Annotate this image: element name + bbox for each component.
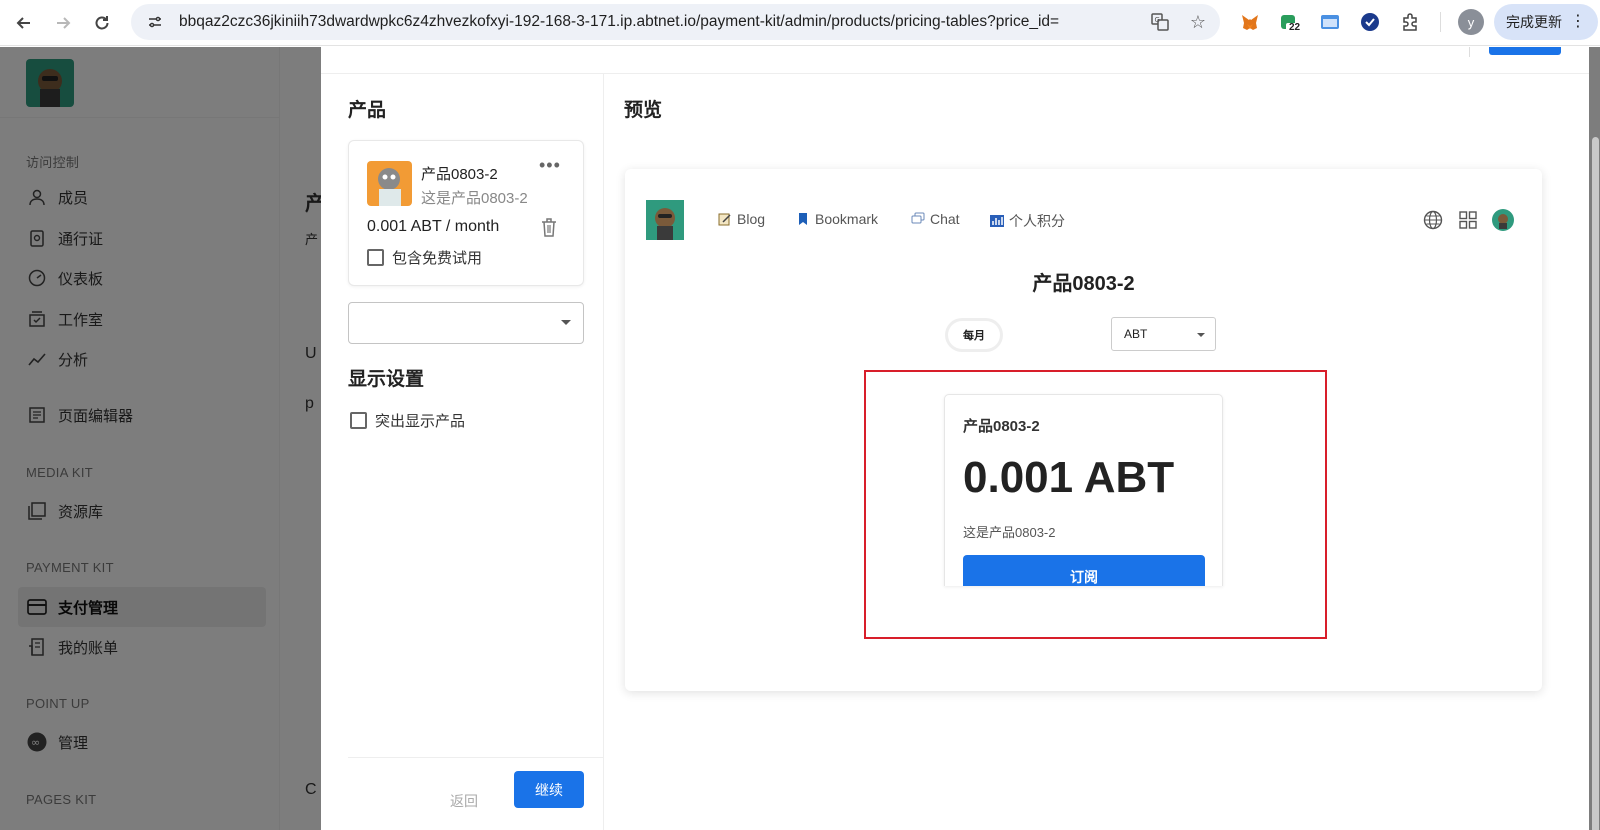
add-product-select[interactable] [348, 302, 584, 344]
metamask-extension-icon[interactable] [1236, 8, 1264, 36]
preview-nav-label: Bookmark [815, 211, 879, 227]
extension-badge-icon[interactable]: 22 [1276, 8, 1304, 36]
url-text[interactable]: bbqaz2czc36jkiniih73dwardwpkc6z4zhvezkof… [179, 13, 1159, 31]
display-settings-heading: 显示设置 [348, 369, 425, 390]
globe-icon[interactable] [1422, 209, 1444, 231]
pricing-table-dialog: 产品 产品0803-2 这是产品0803-2 ••• 0.001 ABT / m… [321, 47, 1599, 830]
pricing-card-name: 产品0803-2 [963, 418, 1040, 435]
preview-nav-label: Chat [930, 211, 960, 227]
preview-nav-label: Blog [737, 211, 766, 227]
product-name: 产品0803-2 [421, 166, 498, 183]
dialog-scrollbar[interactable] [1592, 137, 1599, 830]
svg-text:G: G [1155, 16, 1160, 24]
billing-interval-toggle[interactable]: 每月 [948, 321, 1000, 349]
preview-nav-blog[interactable]: Blog [717, 211, 765, 227]
preview-nav-bookmark[interactable]: Bookmark [795, 211, 878, 227]
free-trial-checkbox-row[interactable]: 包含免费试用 [367, 247, 482, 268]
toolbar-divider [1440, 12, 1441, 32]
preview-nav-label: 个人积分 [1009, 213, 1065, 229]
preview-nav-chat[interactable]: Chat [910, 211, 960, 227]
address-bar[interactable]: bbqaz2czc36jkiniih73dwardwpkc6z4zhvezkof… [131, 4, 1220, 40]
pricing-card-price: 0.001 ABT [963, 453, 1175, 502]
continue-button[interactable]: 继续 [514, 771, 584, 808]
product-description: 这是产品0803-2 [421, 190, 528, 207]
highlight-product-checkbox-row[interactable]: 突出显示产品 [350, 410, 465, 431]
verified-check-icon[interactable] [1356, 8, 1384, 36]
site-settings-icon[interactable] [143, 10, 167, 34]
translate-icon[interactable]: G [1148, 10, 1172, 34]
products-heading: 产品 [348, 100, 387, 121]
currency-select[interactable]: ABT [1111, 317, 1216, 351]
pricing-card: 产品0803-2 0.001 ABT 这是产品0803-2 订阅 [944, 394, 1223, 586]
highlight-product-checkbox[interactable] [350, 412, 367, 429]
product-price: 0.001 ABT / month [367, 218, 500, 235]
dropdown-caret-icon [561, 320, 571, 325]
preview-site-logo[interactable] [646, 200, 684, 240]
pricing-card-description: 这是产品0803-2 [963, 525, 1056, 540]
header-divider [1469, 47, 1470, 57]
bookmark-icon [795, 211, 811, 227]
free-trial-checkbox[interactable] [367, 249, 384, 266]
product-thumbnail [367, 161, 412, 206]
user-avatar[interactable] [1492, 209, 1514, 231]
preview-frame: Blog Bookmark Chat 个人积分 产品0803-2 每月 ABT [625, 169, 1542, 691]
subscribe-button[interactable]: 订阅 [963, 555, 1205, 586]
preview-nav-points[interactable]: 个人积分 [989, 211, 1065, 231]
more-vert-icon: ⋮ [1570, 13, 1586, 30]
preview-heading: 预览 [624, 100, 663, 121]
dropdown-caret-icon [1197, 333, 1205, 337]
extension-badge-count: 22 [1289, 22, 1301, 33]
free-trial-label: 包含免费试用 [392, 250, 483, 267]
extensions-puzzle-icon[interactable] [1396, 8, 1424, 36]
blog-icon [717, 211, 733, 227]
more-horiz-icon[interactable]: ••• [539, 155, 561, 176]
apps-grid-icon[interactable] [1457, 209, 1479, 231]
currency-select-value: ABT [1124, 327, 1148, 341]
product-config-panel: 产品 产品0803-2 这是产品0803-2 ••• 0.001 ABT / m… [348, 74, 604, 830]
dialog-header [321, 47, 1589, 74]
bookmark-star-icon[interactable]: ☆ [1186, 10, 1210, 34]
chat-icon [910, 211, 926, 227]
browser-toolbar: bbqaz2czc36jkiniih73dwardwpkc6z4zhvezkof… [0, 0, 1600, 46]
delete-icon[interactable] [540, 217, 558, 237]
footer-divider [348, 757, 604, 758]
back-arrow-icon[interactable] [4, 3, 44, 43]
product-card: 产品0803-2 这是产品0803-2 ••• 0.001 ABT / mont… [348, 140, 584, 286]
bar-chart-icon [989, 213, 1005, 229]
highlight-product-label: 突出显示产品 [375, 413, 466, 430]
header-action-button[interactable] [1489, 47, 1561, 55]
preview-product-title: 产品0803-2 [1032, 273, 1135, 295]
back-button[interactable]: 返回 [444, 787, 484, 815]
profile-avatar[interactable]: y [1458, 9, 1484, 35]
update-button[interactable]: 完成更新 ⋮ [1494, 4, 1598, 40]
forward-arrow-icon[interactable] [43, 3, 83, 43]
reload-icon[interactable] [82, 3, 122, 43]
window-extension-icon[interactable] [1316, 8, 1344, 36]
update-button-label: 完成更新 [1506, 14, 1562, 30]
